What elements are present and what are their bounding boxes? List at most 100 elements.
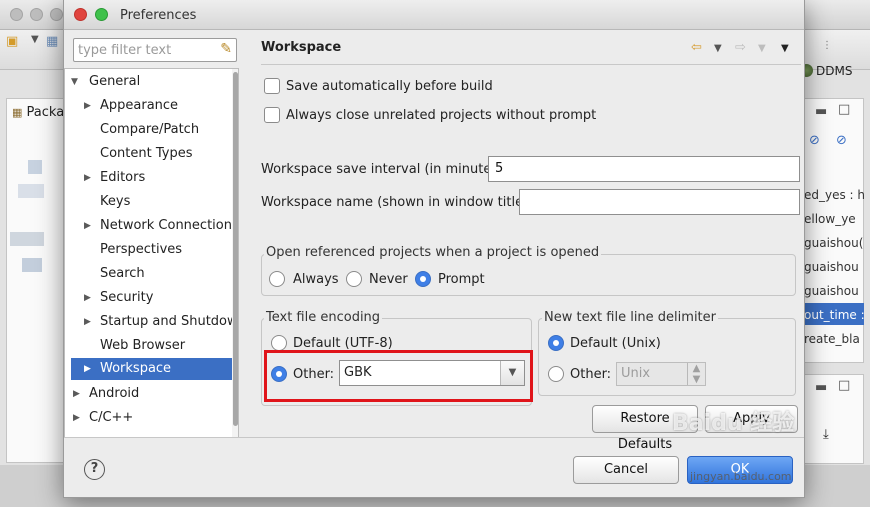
toolbar-separator-icon: ⋮ — [822, 40, 832, 51]
always-label: Always — [293, 272, 339, 287]
workspace-name-label: Workspace name (shown in window title): — [261, 195, 533, 210]
prompt-radio[interactable] — [415, 271, 431, 287]
collapsed-arrow-icon[interactable]: ▶ — [84, 311, 91, 333]
zoom-window-icon[interactable] — [95, 8, 108, 21]
tree-item-android[interactable]: ▶ Android — [65, 383, 232, 405]
close-unrelated-checkbox[interactable] — [264, 107, 280, 123]
outline-item[interactable]: ellow_ye — [804, 212, 856, 226]
tree-item-c-cpp[interactable]: ▶ C/C++ — [65, 407, 232, 429]
pixelated-content — [22, 258, 42, 272]
tree-item-network-connections[interactable]: ▶ Network Connections — [65, 215, 238, 237]
collapsed-arrow-icon[interactable]: ▶ — [73, 407, 80, 429]
outline-item[interactable]: ed_yes : h — [804, 188, 865, 202]
stepper-icon: ▲ ▼ — [687, 363, 705, 385]
ide-minimize-icon[interactable] — [30, 8, 43, 21]
tree-item-editors[interactable]: ▶ Editors — [65, 167, 232, 189]
dropdown-icon[interactable]: ▼ — [31, 34, 39, 45]
line-delimiter-title: New text file line delimiter — [542, 310, 718, 325]
always-radio[interactable] — [269, 271, 285, 287]
forward-dropdown-icon[interactable]: ▼ — [758, 43, 766, 54]
outline-item[interactable]: reate_bla — [804, 332, 860, 346]
default-delimiter-radio[interactable] — [548, 335, 564, 351]
collapsed-arrow-icon[interactable]: ▶ — [84, 215, 91, 237]
bottom-separator — [64, 437, 804, 438]
minimize-view-icon[interactable]: ▬ — [815, 380, 827, 395]
ddms-perspective[interactable]: DDMS — [800, 64, 852, 78]
collapsed-arrow-icon[interactable]: ▶ — [84, 167, 91, 189]
open-projects-title: Open referenced projects when a project … — [264, 245, 602, 260]
prompt-label: Prompt — [438, 272, 485, 287]
toolbar-icon[interactable]: ▦ — [46, 34, 58, 49]
package-explorer-tab[interactable]: ▦ Packa — [12, 105, 64, 120]
default-delimiter-label: Default (Unix) — [570, 336, 661, 351]
text-encoding-title: Text file encoding — [264, 310, 383, 325]
forward-arrow-icon[interactable]: ⇨ — [735, 40, 746, 55]
package-explorer-panel — [6, 98, 68, 463]
other-delimiter-label: Other: — [570, 367, 612, 382]
tree-item-perspectives[interactable]: Perspectives — [65, 239, 232, 261]
preference-tree: ▼ General ▶ Appearance Compare/Patch Con… — [64, 68, 239, 438]
tree-item-content-types[interactable]: Content Types — [65, 143, 232, 165]
collapsed-arrow-icon[interactable]: ▶ — [84, 95, 91, 117]
save-interval-label: Workspace save interval (in minutes): — [261, 162, 508, 177]
dialog-titlebar: Preferences — [64, 0, 804, 30]
expanded-arrow-icon[interactable]: ▼ — [71, 71, 78, 93]
never-label: Never — [369, 272, 408, 287]
save-interval-input[interactable]: 5 — [488, 156, 800, 182]
tree-item-startup-shutdown[interactable]: ▶ Startup and Shutdown — [65, 311, 238, 333]
help-icon[interactable]: ? — [84, 459, 105, 480]
default-encoding-radio[interactable] — [271, 335, 287, 351]
never-radio[interactable] — [346, 271, 362, 287]
package-icon: ▦ — [12, 106, 23, 119]
watermark: Baidu 经验 — [672, 411, 795, 436]
tree-item-appearance[interactable]: ▶ Appearance — [65, 95, 232, 117]
download-icon[interactable]: ⤓ — [823, 427, 829, 442]
title-separator — [261, 64, 801, 65]
watermark-url: jingyan.baidu.com — [690, 470, 792, 483]
outline-item[interactable]: guaishou( — [804, 236, 863, 250]
pixelated-content — [18, 184, 44, 198]
save-before-build-checkbox[interactable] — [264, 78, 280, 94]
pixelated-content — [28, 160, 42, 174]
hide-static-icon[interactable]: ⊘ — [836, 133, 847, 148]
tree-item-workspace[interactable]: ▶ Workspace — [71, 358, 237, 380]
pixelated-content — [10, 232, 44, 246]
maximize-view-icon[interactable]: □ — [838, 102, 850, 117]
highlight-annotation — [264, 350, 533, 402]
clear-filter-icon[interactable]: ✎ — [220, 41, 232, 57]
filter-field[interactable]: ✎ — [73, 38, 237, 62]
close-unrelated-label: Always close unrelated projects without … — [286, 108, 597, 123]
hide-fields-icon[interactable]: ⊘ — [809, 133, 820, 148]
filter-input[interactable] — [74, 39, 214, 61]
cancel-button[interactable]: Cancel — [573, 456, 679, 484]
outline-item[interactable]: guaishou — [804, 260, 859, 274]
back-arrow-icon[interactable]: ⇦ — [691, 40, 702, 55]
tree-item-compare-patch[interactable]: Compare/Patch — [65, 119, 232, 141]
workspace-name-input[interactable] — [519, 189, 800, 215]
ide-zoom-icon[interactable] — [50, 8, 63, 21]
tree-item-security[interactable]: ▶ Security — [65, 287, 232, 309]
outline-item[interactable]: out_time : — [804, 308, 865, 322]
dialog-title: Preferences — [120, 8, 197, 23]
ide-close-icon[interactable] — [10, 8, 23, 21]
collapsed-arrow-icon[interactable]: ▶ — [84, 287, 91, 309]
maximize-view-icon[interactable]: □ — [838, 378, 850, 393]
tree-item-general[interactable]: ▼ General — [65, 71, 232, 93]
view-menu-icon[interactable]: ▼ — [781, 43, 789, 54]
tree-scroll-thumb[interactable] — [233, 72, 238, 426]
tree-item-web-browser[interactable]: Web Browser — [65, 335, 232, 357]
delimiter-combo: Unix ▲ ▼ — [616, 362, 706, 386]
collapsed-arrow-icon[interactable]: ▶ — [73, 383, 80, 405]
save-before-build-label: Save automatically before build — [286, 79, 493, 94]
outline-item[interactable]: guaishou — [804, 284, 859, 298]
close-window-icon[interactable] — [74, 8, 87, 21]
back-dropdown-icon[interactable]: ▼ — [714, 43, 722, 54]
tree-scrollbar[interactable] — [232, 69, 238, 437]
secondary-panel — [800, 374, 864, 464]
collapsed-arrow-icon[interactable]: ▶ — [84, 358, 91, 380]
tree-item-search[interactable]: Search — [65, 263, 232, 285]
new-file-icon[interactable]: ▣ — [6, 34, 18, 49]
other-delimiter-radio[interactable] — [548, 366, 564, 382]
minimize-view-icon[interactable]: ▬ — [815, 104, 827, 119]
tree-item-keys[interactable]: Keys — [65, 191, 232, 213]
